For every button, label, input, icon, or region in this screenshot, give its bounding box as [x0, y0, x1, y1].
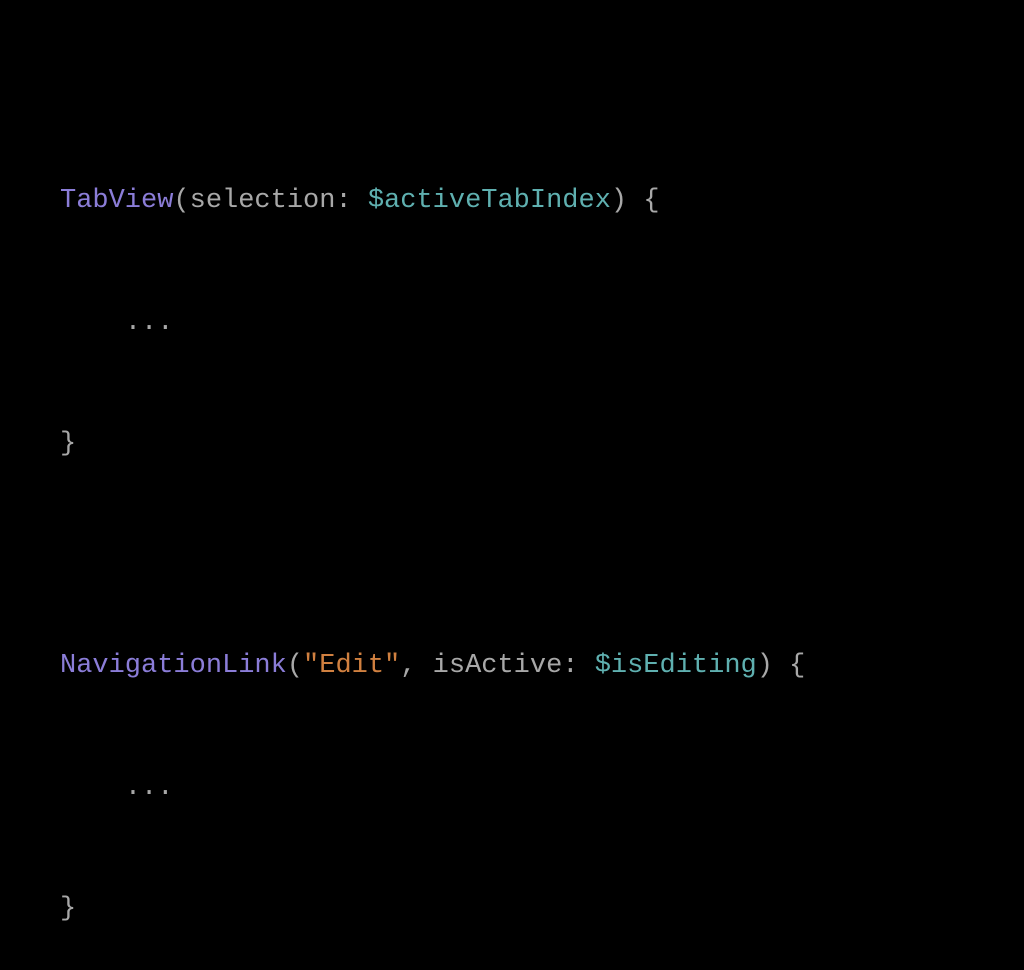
code-snippet: TabView(selection: $activeTabIndex) { ..… — [60, 100, 964, 505]
close-paren: ) — [611, 186, 627, 216]
type-identifier: NavigationLink — [60, 651, 287, 681]
open-paren: ( — [173, 186, 189, 216]
code-line: ... — [60, 303, 964, 344]
code-line: TabView(selection: $activeTabIndex) { — [60, 181, 964, 222]
code-line: } — [60, 889, 964, 930]
param-label: selection: — [190, 186, 368, 216]
comma: , — [400, 651, 432, 681]
string-literal: "Edit" — [303, 651, 400, 681]
close-paren: ) — [757, 651, 773, 681]
open-paren: ( — [287, 651, 303, 681]
param-label: isActive: — [433, 651, 595, 681]
brace-close: } — [60, 894, 76, 924]
brace-open: { — [643, 186, 659, 216]
ellipsis: ... — [125, 308, 174, 338]
space — [773, 651, 789, 681]
code-line: NavigationLink("Edit", isActive: $isEdit… — [60, 646, 964, 687]
indent — [60, 308, 125, 338]
param-value: $isEditing — [595, 651, 757, 681]
type-identifier: TabView — [60, 186, 173, 216]
brace-close: } — [60, 429, 76, 459]
space — [627, 186, 643, 216]
brace-open: { — [789, 651, 805, 681]
indent — [60, 773, 125, 803]
param-value: $activeTabIndex — [368, 186, 611, 216]
code-line: } — [60, 424, 964, 465]
code-line: ... — [60, 768, 964, 809]
ellipsis: ... — [125, 773, 174, 803]
code-snippet: NavigationLink("Edit", isActive: $isEdit… — [60, 565, 964, 970]
